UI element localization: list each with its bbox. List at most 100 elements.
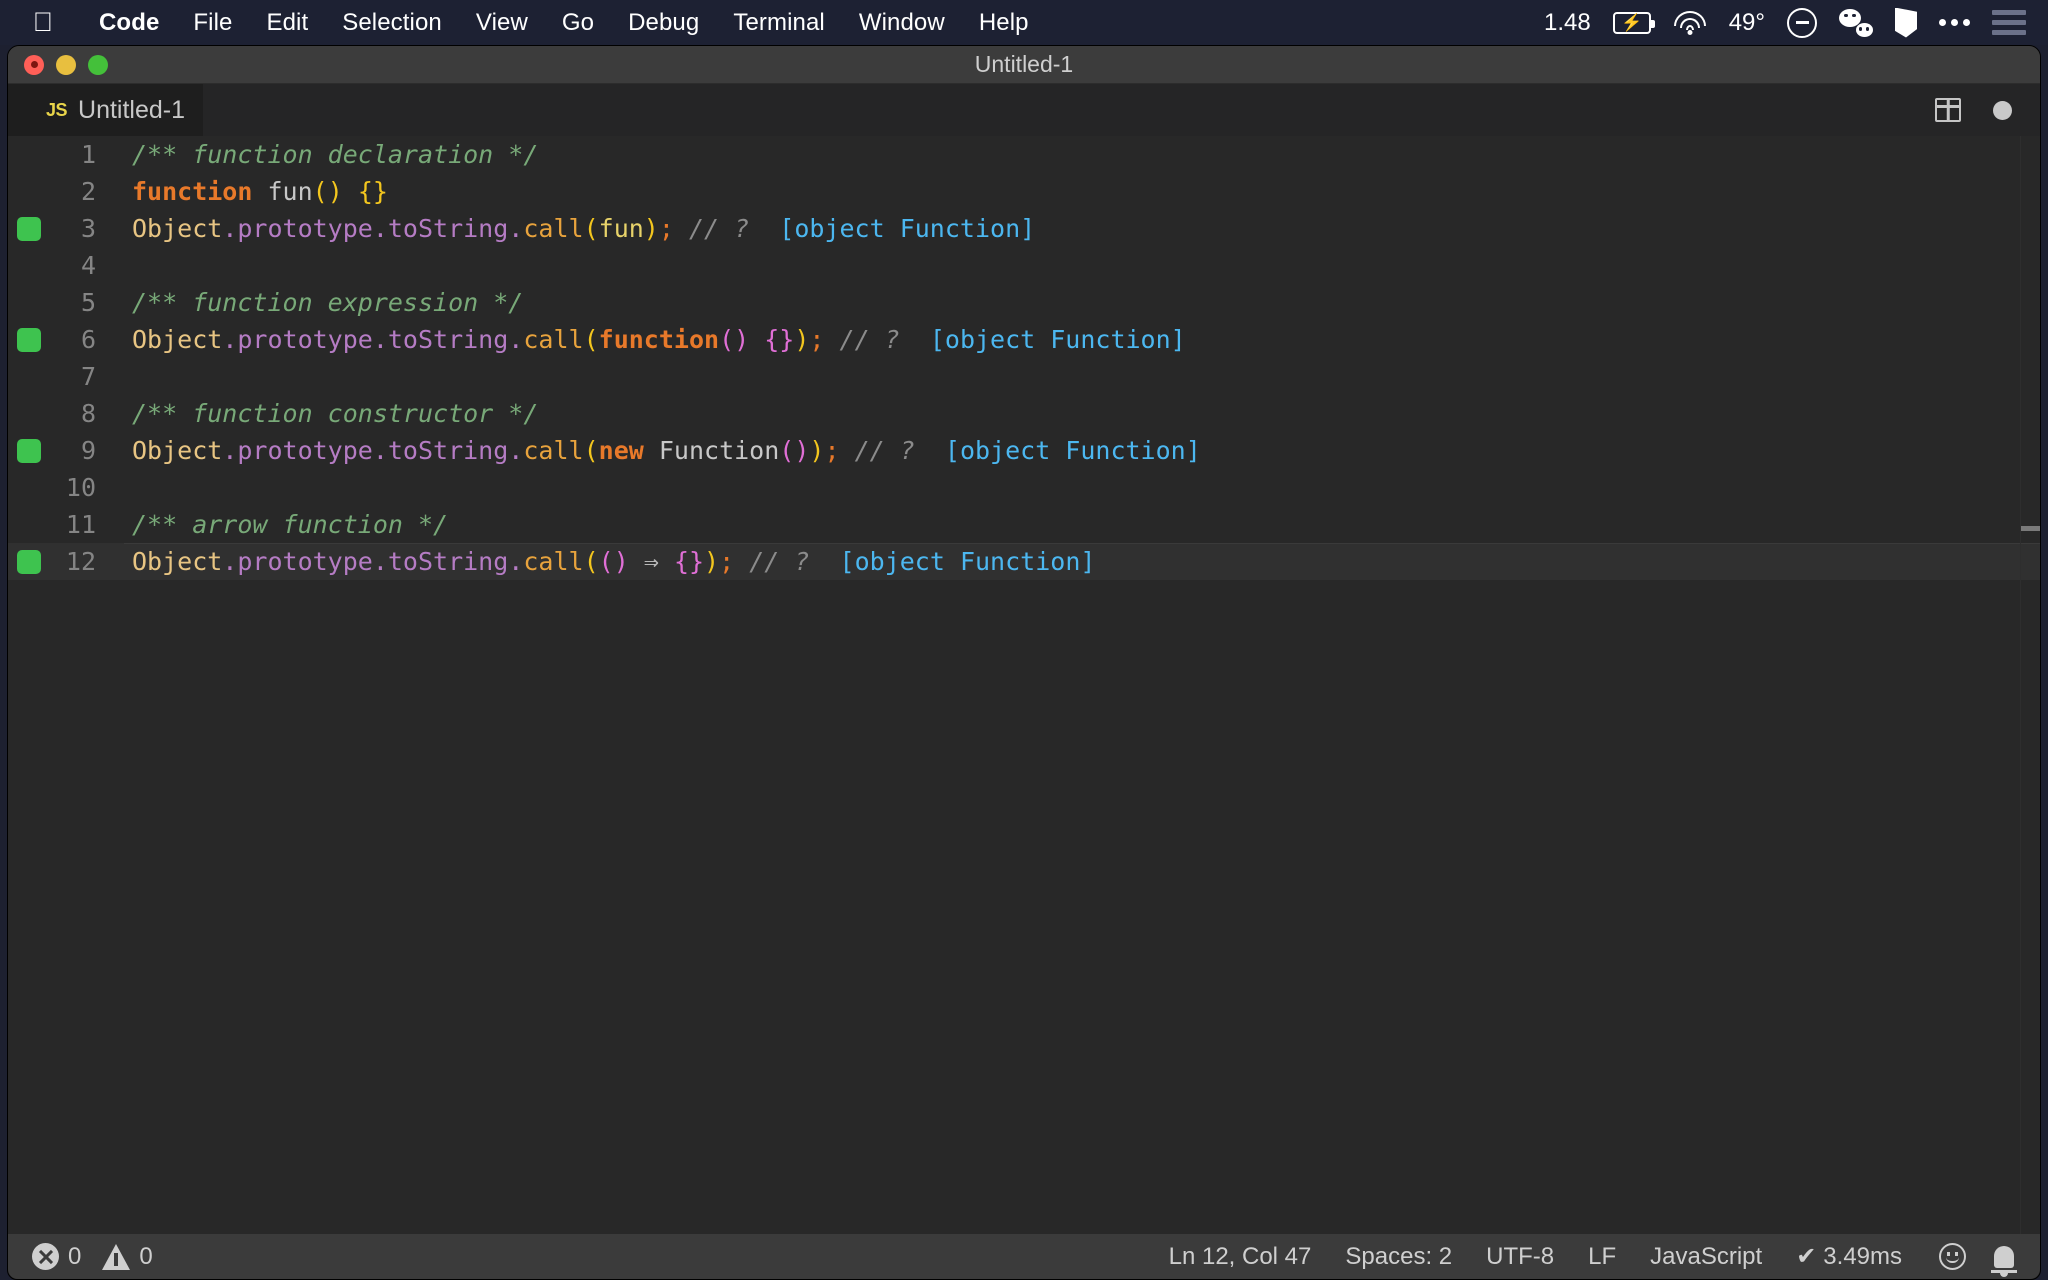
zoom-button[interactable] (88, 54, 108, 75)
minimize-button[interactable] (56, 54, 76, 75)
menu-item-go[interactable]: Go (545, 9, 611, 37)
line-content: /** arrow function */ (132, 506, 448, 543)
code-token: function (598, 325, 720, 354)
menu-item-code[interactable]: Code (82, 9, 176, 37)
smiley-icon[interactable] (1939, 1243, 1966, 1270)
menubar-items:  Code File Edit Selection View Go Debug… (0, 0, 1046, 45)
code-line[interactable]: 7 (8, 358, 2040, 395)
line-number: 11 (65, 510, 96, 539)
code-editor[interactable]: 1 /** function declaration */ 2 function fu… (8, 136, 2040, 1236)
status-right-items: Ln 12, Col 47 Spaces: 2 UTF-8 LF JavaScr… (1152, 1242, 2040, 1271)
js-file-icon: JS (46, 99, 68, 120)
live-value-marker (17, 216, 41, 241)
dirty-dot-icon[interactable] (1993, 100, 2012, 120)
code-token: [object Function] (779, 214, 1036, 243)
code-token: /** function expression */ (132, 288, 524, 317)
code-token: . (508, 436, 524, 465)
line-number: 6 (80, 325, 96, 354)
menu-item-terminal[interactable]: Terminal (716, 9, 842, 37)
status-language-mode[interactable]: JavaScript (1633, 1243, 1779, 1271)
code-token: ( (583, 436, 599, 465)
menu-item-debug[interactable]: Debug (611, 9, 716, 37)
code-token: .prototype (222, 214, 373, 243)
code-token: ) (794, 325, 810, 354)
menu-item-window[interactable]: Window (842, 9, 962, 37)
status-problems[interactable]: 0 0 (32, 1243, 153, 1271)
code-line[interactable]: 2 function fun() {} (8, 173, 2040, 210)
list-menu-icon[interactable] (1992, 10, 2026, 35)
line-number: 2 (80, 177, 96, 206)
code-line[interactable]: 9 Object.prototype.toString.call(new Func… (8, 432, 2040, 469)
status-indentation[interactable]: Spaces: 2 (1328, 1243, 1469, 1271)
code-line[interactable]: 5 /** function expression */ (8, 284, 2040, 321)
code-token: ⇒ (643, 547, 659, 576)
status-encoding[interactable]: UTF-8 (1469, 1243, 1571, 1271)
code-line[interactable]: 6 Object.prototype.toString.call(function… (8, 321, 2040, 358)
code-token: ( (583, 214, 599, 243)
code-token: {} (357, 177, 388, 206)
temperature-indicator[interactable]: 49° (1729, 9, 1765, 37)
code-token: Object (132, 436, 223, 465)
code-token: () (312, 177, 343, 206)
status-bar: 0 0 Ln 12, Col 47 Spaces: 2 UTF-8 LF Jav… (8, 1234, 2040, 1279)
split-editor-icon[interactable] (1935, 98, 1961, 122)
editor-vertical-scrollbar[interactable] (2021, 136, 2040, 1236)
code-line[interactable]: 8 /** function constructor */ (8, 395, 2040, 432)
version-indicator: 1.48 (1543, 8, 1591, 36)
status-run-time[interactable]: ✔ 3.49ms (1779, 1242, 1919, 1271)
code-line[interactable]: 11 /** arrow function */ (8, 506, 2040, 543)
code-line[interactable]: 1 /** function declaration */ (8, 136, 2040, 173)
close-button[interactable] (24, 54, 44, 75)
wechat-icon[interactable] (1839, 8, 1873, 37)
wifi-icon[interactable] (1673, 10, 1707, 35)
code-line[interactable]: 10 (8, 469, 2040, 506)
code-line[interactable]: 4 (8, 247, 2040, 284)
code-token: .toString (372, 325, 509, 354)
menu-item-view[interactable]: View (459, 9, 545, 37)
code-token: .toString (372, 436, 509, 465)
battery-charging-icon[interactable]: ⚡ (1612, 11, 1655, 34)
status-eol[interactable]: LF (1571, 1243, 1633, 1271)
code-token: .toString (372, 214, 509, 243)
code-token: function (132, 177, 253, 206)
code-token: ; (824, 436, 840, 465)
code-token: ; (658, 214, 674, 243)
ellipsis-icon[interactable] (1939, 19, 1970, 26)
code-token: . (508, 325, 524, 354)
tab-label: Untitled-1 (78, 95, 186, 124)
code-token: // ? (673, 214, 750, 243)
menu-item-help[interactable]: Help (962, 9, 1046, 37)
menu-item-edit[interactable]: Edit (249, 9, 325, 37)
tab-untitled-1[interactable]: JS Untitled-1 (8, 84, 204, 136)
code-token: ( (583, 325, 599, 354)
window-title: Untitled-1 (974, 51, 1074, 77)
do-not-disturb-icon[interactable] (1787, 7, 1817, 38)
check-icon: ✔ (1796, 1243, 1817, 1270)
code-token: Function (658, 436, 780, 465)
code-token: fun (598, 214, 644, 243)
code-token: [object Function] (839, 547, 1096, 576)
code-token: .toString (372, 547, 509, 576)
editor-tabbar: JS Untitled-1 (8, 84, 2040, 136)
status-cursor-position[interactable]: Ln 12, Col 47 (1152, 1243, 1329, 1271)
menu-item-file[interactable]: File (176, 9, 249, 37)
error-count: 0 (68, 1242, 82, 1270)
warning-count: 0 (139, 1242, 153, 1270)
line-content: /** function constructor */ (132, 395, 538, 432)
code-token: [object Function] (929, 325, 1186, 354)
live-value-marker (17, 327, 41, 352)
code-token: ) (809, 436, 825, 465)
code-line[interactable]: 12 Object.prototype.toString.call(() ⇒ {}… (8, 543, 2040, 580)
bell-icon[interactable] (1994, 1245, 2014, 1268)
line-content: Object.prototype.toString.call(() ⇒ {});… (132, 543, 1095, 580)
code-token: . (508, 214, 524, 243)
shield-icon[interactable] (1895, 7, 1917, 38)
apple-logo-icon[interactable]:  (30, 8, 56, 38)
code-line[interactable]: 3 Object.prototype.toString.call(fun); //… (8, 210, 2040, 247)
menu-item-selection[interactable]: Selection (325, 9, 459, 37)
